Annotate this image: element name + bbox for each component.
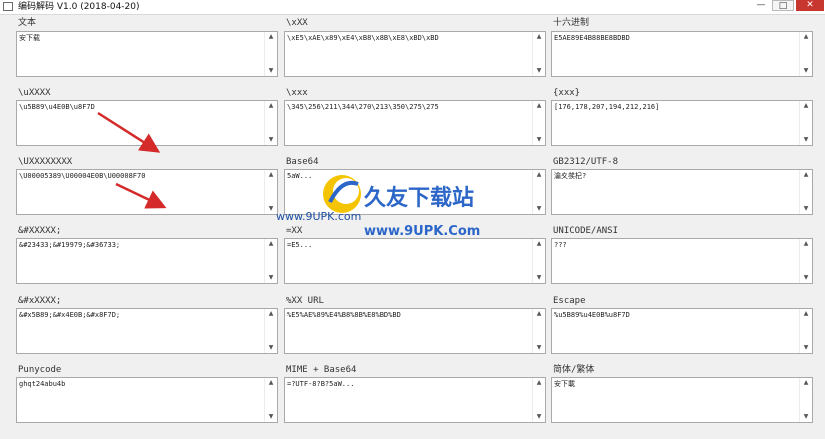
watermark: www.9UPK.com 久友下载站 www.9UPK.Com [272,166,512,246]
arrow-icon [97,111,161,153]
arrow-icon [115,182,167,209]
watermark-url-text: www.9UPK.Com [364,224,481,239]
watermark-www-text: www.9UPK.com [276,210,362,223]
watermark-main-text: 久友下载站 [364,186,475,211]
